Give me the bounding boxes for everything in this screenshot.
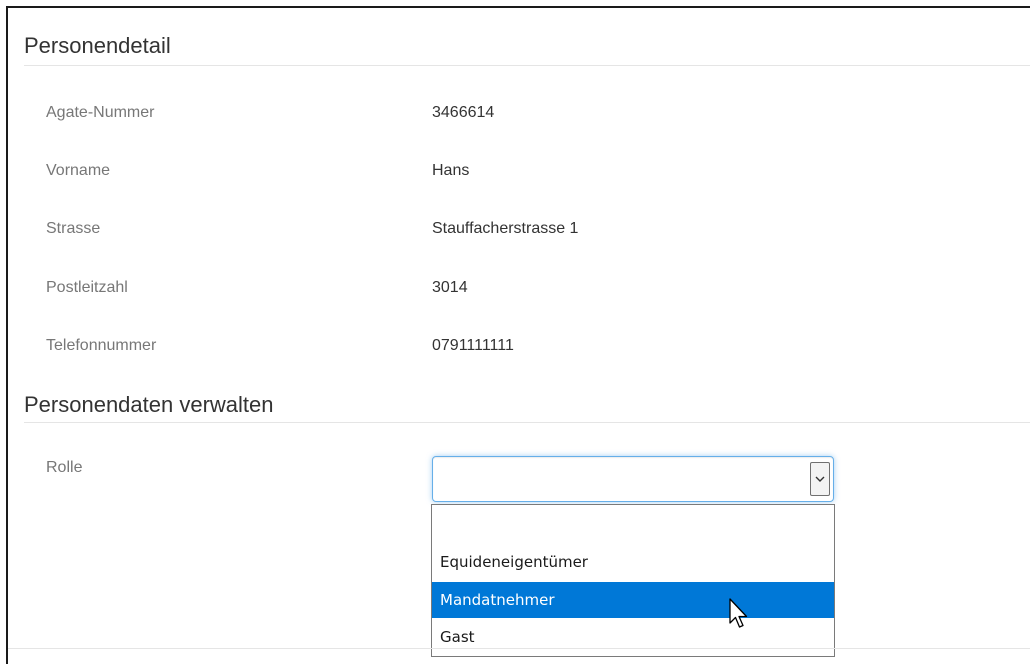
rolle-select[interactable]: [432, 456, 834, 502]
postleitzahl-value: 3014: [432, 279, 468, 296]
section-divider: [24, 422, 1030, 423]
chevron-down-icon[interactable]: [810, 462, 830, 496]
agate-nummer-value: 3466614: [432, 104, 495, 121]
rolle-options-list: Equideneigentümer Mandatnehmer Gast: [431, 504, 835, 657]
personendaten-verwalten-title: Personendaten verwalten: [24, 392, 274, 417]
telefonnummer-value: 0791111111: [432, 337, 514, 354]
telefonnummer-label: Telefonnummer: [46, 337, 157, 354]
bottom-divider: [8, 648, 1030, 649]
option-empty[interactable]: [432, 508, 834, 544]
vorname-label: Vorname: [46, 162, 111, 179]
rolle-label: Rolle: [46, 459, 83, 476]
option-gast[interactable]: Gast: [432, 619, 834, 655]
agate-nummer-label: Agate-Nummer: [46, 104, 155, 121]
section-divider: [24, 65, 1030, 66]
personendetail-title: Personendetail: [24, 33, 171, 58]
vorname-value: Hans: [432, 162, 470, 179]
strasse-label: Strasse: [46, 220, 101, 237]
option-equideneigentuemer[interactable]: Equideneigentümer: [432, 544, 834, 580]
strasse-value: Stauffacherstrasse 1: [432, 220, 579, 237]
mouse-pointer-icon: [729, 598, 748, 628]
option-mandatnehmer[interactable]: Mandatnehmer: [432, 582, 834, 618]
postleitzahl-label: Postleitzahl: [46, 279, 128, 296]
